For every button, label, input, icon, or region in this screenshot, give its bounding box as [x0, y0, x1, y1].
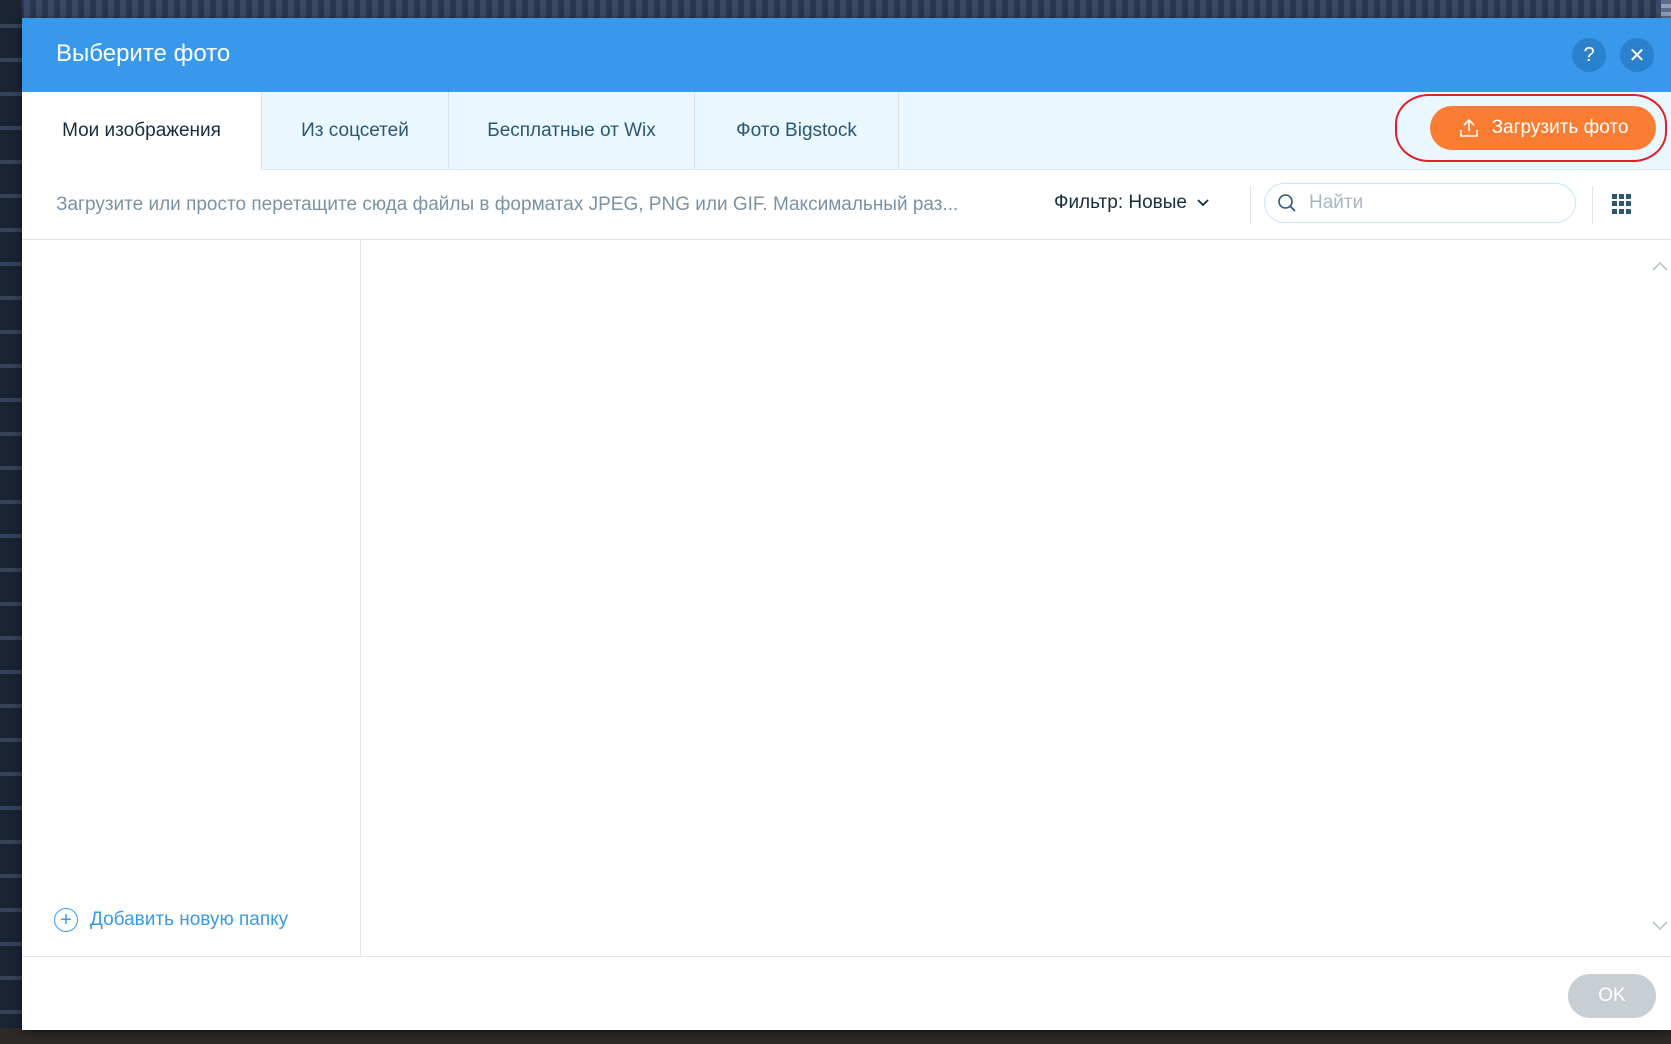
folders-sidebar: + Добавить новую папку: [22, 240, 361, 956]
search-field[interactable]: [1264, 183, 1576, 223]
media-grid-area[interactable]: [361, 240, 1646, 956]
filter-dropdown[interactable]: Фильтр: Новые: [1054, 192, 1209, 214]
tab-social[interactable]: Из соцсетей: [262, 92, 449, 169]
divider: [1250, 186, 1251, 224]
upload-hint-text: Загрузите или просто перетащите сюда фай…: [56, 194, 959, 215]
search-input[interactable]: [1307, 191, 1551, 215]
close-button[interactable]: ✕: [1620, 38, 1654, 72]
scroll-up-icon[interactable]: [1652, 258, 1668, 274]
close-icon: ✕: [1628, 44, 1646, 67]
background-editor-bottom: [0, 1028, 1671, 1044]
dialog-footer: OK: [22, 956, 1671, 1030]
add-new-folder-button[interactable]: + Добавить новую папку: [54, 908, 288, 932]
choose-photo-dialog: Выберите фото ? ✕ Мои изображения Из соц…: [22, 18, 1671, 1030]
media-toolbar: Загрузите или просто перетащите сюда фай…: [22, 170, 1671, 240]
add-folder-label: Добавить новую папку: [90, 909, 289, 930]
dialog-title: Выберите фото: [56, 40, 231, 67]
search-icon: [1278, 194, 1296, 212]
upload-icon: [1459, 118, 1478, 137]
tab-my-images[interactable]: Мои изображения: [22, 92, 262, 170]
upload-photo-label: Загрузить фото: [1491, 117, 1629, 138]
filter-label: Фильтр: Новые: [1054, 192, 1187, 213]
chevron-down-icon: [1197, 199, 1209, 207]
grid-view-icon[interactable]: [1612, 194, 1632, 214]
divider: [1592, 186, 1593, 224]
background-editor-left: [0, 0, 22, 1044]
ok-button[interactable]: OK: [1568, 974, 1656, 1018]
tabs-bar: Мои изображения Из соцсетей Бесплатные о…: [22, 92, 1671, 170]
help-icon: ?: [1583, 43, 1595, 66]
dialog-header: Выберите фото ? ✕: [22, 18, 1671, 92]
plus-circle-icon: +: [54, 908, 78, 932]
tab-bigstock[interactable]: Фото Bigstock: [695, 92, 899, 169]
scroll-down-icon[interactable]: [1652, 918, 1668, 934]
background-editor-top: [0, 0, 1671, 18]
upload-photo-button[interactable]: Загрузить фото: [1430, 106, 1656, 150]
help-button[interactable]: ?: [1572, 38, 1606, 72]
tab-free-wix[interactable]: Бесплатные от Wix: [449, 92, 695, 169]
